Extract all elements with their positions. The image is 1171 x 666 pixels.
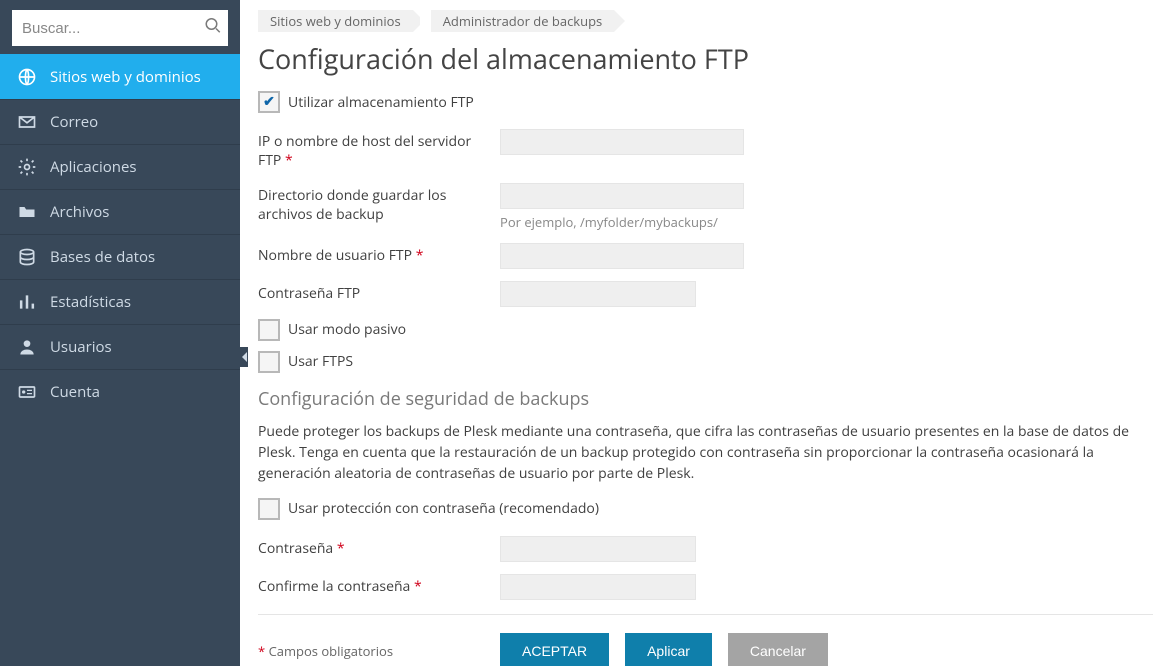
- sec-pass-input[interactable]: [500, 536, 696, 562]
- page-title: Configuración del almacenamiento FTP: [258, 40, 1153, 77]
- cancel-button[interactable]: Cancelar: [728, 633, 828, 666]
- sec-pass-confirm-label: Confirme la contraseña *: [258, 574, 500, 597]
- user-icon: [16, 336, 38, 358]
- sidebar-item-database[interactable]: Bases de datos: [0, 234, 240, 279]
- sidebar-item-globe[interactable]: Sitios web y dominios: [0, 54, 240, 99]
- sidebar-item-label: Correo: [50, 112, 98, 132]
- security-section-title: Configuración de seguridad de backups: [258, 387, 1153, 411]
- ok-button[interactable]: ACEPTAR: [500, 633, 609, 666]
- sidebar-item-mail[interactable]: Correo: [0, 99, 240, 144]
- sidebar-item-card[interactable]: Cuenta: [0, 369, 240, 414]
- sidebar: Sitios web y dominios Correo Aplicaciones A…: [0, 0, 240, 666]
- ftp-user-label: Nombre de usuario FTP *: [258, 243, 500, 266]
- ftp-host-input[interactable]: [500, 129, 744, 155]
- passive-mode-checkbox[interactable]: [258, 319, 280, 341]
- ftp-pass-input[interactable]: [500, 281, 696, 307]
- ftps-checkbox[interactable]: [258, 351, 280, 373]
- sidebar-item-user[interactable]: Usuarios: [0, 324, 240, 369]
- sidebar-item-stats[interactable]: Estadísticas: [0, 279, 240, 324]
- search-icon[interactable]: [204, 17, 222, 40]
- breadcrumb-item-websites[interactable]: Sitios web y dominios: [258, 10, 413, 32]
- sidebar-item-label: Cuenta: [50, 382, 100, 402]
- use-ftp-checkbox[interactable]: [258, 91, 280, 113]
- main-content: Sitios web y dominios Administrador de b…: [240, 0, 1171, 666]
- folder-icon: [16, 201, 38, 223]
- ftp-dir-input[interactable]: [500, 183, 744, 209]
- ftps-label: Usar FTPS: [288, 352, 353, 371]
- gear-icon: [16, 156, 38, 178]
- security-section-desc: Puede proteger los backups de Plesk medi…: [258, 421, 1153, 484]
- ftp-host-label: IP o nombre de host del servidor FTP *: [258, 129, 500, 171]
- stats-icon: [16, 291, 38, 313]
- password-protect-checkbox[interactable]: [258, 498, 280, 520]
- breadcrumb: Sitios web y dominios Administrador de b…: [258, 10, 1153, 32]
- required-note: * Campos obligatorios: [258, 642, 500, 660]
- sidebar-item-label: Bases de datos: [50, 247, 155, 267]
- sidebar-item-folder[interactable]: Archivos: [0, 189, 240, 234]
- password-protect-label: Usar protección con contraseña (recomend…: [288, 499, 599, 518]
- sec-pass-label: Contraseña *: [258, 536, 500, 559]
- breadcrumb-item-backup-manager[interactable]: Administrador de backups: [431, 10, 615, 32]
- ftp-dir-label: Directorio donde guardar los archivos de…: [258, 183, 500, 225]
- globe-icon: [16, 66, 38, 88]
- ftp-user-input[interactable]: [500, 243, 744, 269]
- sec-pass-confirm-input[interactable]: [500, 574, 696, 600]
- mail-icon: [16, 111, 38, 133]
- sidebar-item-label: Aplicaciones: [50, 157, 137, 177]
- sidebar-item-label: Estadísticas: [50, 292, 131, 312]
- search-input[interactable]: [12, 10, 228, 46]
- card-icon: [16, 381, 38, 403]
- apply-button[interactable]: Aplicar: [625, 633, 712, 666]
- sidebar-collapse-handle[interactable]: [240, 347, 248, 367]
- sidebar-item-label: Archivos: [50, 202, 109, 222]
- passive-mode-label: Usar modo pasivo: [288, 320, 406, 339]
- sidebar-item-label: Sitios web y dominios: [50, 67, 201, 87]
- ftp-dir-hint: Por ejemplo, /myfolder/mybackups/: [500, 213, 1153, 231]
- use-ftp-label: Utilizar almacenamiento FTP: [288, 93, 474, 112]
- ftp-pass-label: Contraseña FTP: [258, 281, 500, 304]
- search-wrapper: [0, 0, 240, 54]
- sidebar-item-gear[interactable]: Aplicaciones: [0, 144, 240, 189]
- sidebar-item-label: Usuarios: [50, 337, 112, 357]
- database-icon: [16, 246, 38, 268]
